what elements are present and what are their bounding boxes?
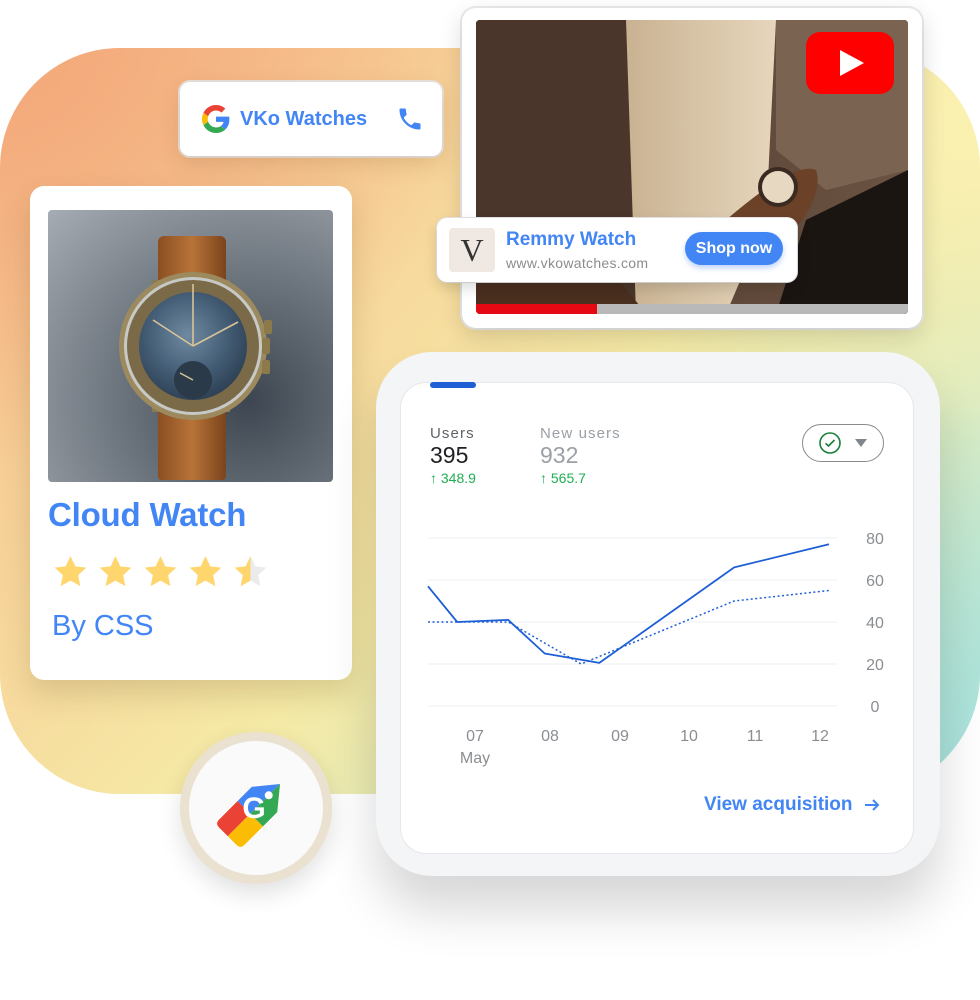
shop-now-button[interactable]: Shop now	[685, 232, 783, 265]
y-tick-label: 60	[866, 573, 884, 590]
star-icon	[99, 556, 132, 587]
y-tick-label: 0	[871, 699, 880, 716]
youtube-play-icon[interactable]	[806, 32, 894, 94]
video-ad-overlay[interactable]: V Remmy Watch www.vkowatches.com Shop no…	[437, 218, 797, 282]
view-acquisition-label: View acquisition	[704, 794, 853, 815]
series-line-previous	[428, 589, 830, 665]
x-tick-label: 09	[611, 728, 629, 745]
video-progress-fill	[476, 304, 597, 314]
business-profile-chip[interactable]: VKo Watches	[180, 82, 442, 156]
product-card[interactable]: Cloud Watch By CSS	[30, 186, 352, 680]
google-shopping-tag-icon: G	[214, 771, 293, 850]
y-tick-label: 20	[866, 657, 884, 674]
arrow-right-icon	[864, 799, 879, 811]
star-icon	[54, 556, 87, 587]
analytics-card: Users 395 ↑ 348.9 New users 932 ↑ 565.7 …	[376, 352, 940, 876]
ad-url[interactable]: www.vkowatches.com	[506, 255, 648, 271]
phone-icon[interactable]	[396, 105, 424, 133]
business-name: VKo Watches	[240, 107, 368, 130]
ad-title[interactable]: Remmy Watch	[506, 229, 636, 251]
watch-image	[48, 210, 333, 482]
star-half-icon	[234, 556, 267, 587]
svg-text:G: G	[242, 792, 265, 825]
view-acquisition-link[interactable]: View acquisition	[704, 794, 881, 816]
x-tick-label: 12	[811, 728, 829, 745]
y-tick-label: 80	[866, 531, 884, 548]
shopping-badge: G	[180, 732, 332, 884]
google-g-icon	[202, 105, 230, 133]
y-tick-label: 40	[866, 615, 884, 632]
star-icon	[144, 556, 177, 587]
product-title[interactable]: Cloud Watch	[48, 496, 246, 534]
series-line-current	[427, 543, 830, 664]
x-tick-label: 11	[747, 728, 764, 745]
video-progress-bar[interactable]	[476, 304, 908, 314]
x-sub-label: May	[460, 750, 490, 767]
product-byline: By CSS	[52, 610, 154, 642]
x-tick-label: 08	[541, 728, 559, 745]
x-tick-label: 07	[466, 728, 484, 745]
star-icon	[189, 556, 222, 587]
analytics-panel: Users 395 ↑ 348.9 New users 932 ↑ 565.7 …	[400, 382, 914, 854]
x-tick-label: 10	[680, 728, 698, 745]
advertiser-logo: V	[449, 228, 495, 272]
star-rating	[50, 552, 271, 592]
users-line-chart: 0 20 40 60 80 07 08 09 10 11 12 May	[427, 531, 884, 767]
